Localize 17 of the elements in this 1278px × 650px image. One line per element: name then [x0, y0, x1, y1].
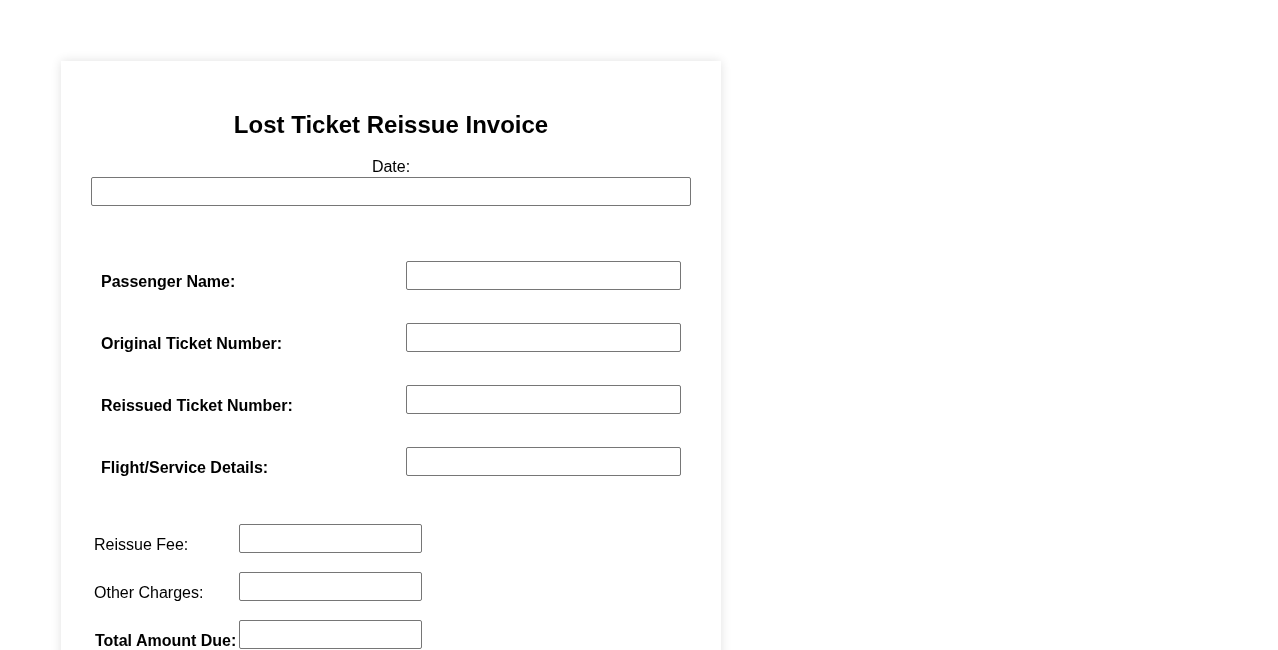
- field-label: Original Ticket Number:: [100, 335, 284, 352]
- charge-label: Other Charges:: [93, 584, 205, 601]
- amount-field[interactable]: [239, 572, 422, 601]
- date-field[interactable]: [91, 177, 691, 206]
- field-label: Reissued Ticket Number:: [100, 397, 294, 414]
- input-field[interactable]: [406, 323, 681, 352]
- charge-label: Reissue Fee:: [93, 536, 190, 553]
- total-label: Total Amount Due:: [94, 632, 238, 649]
- field-label: Passenger Name:: [100, 273, 237, 290]
- invoice-title: Lost Ticket Reissue Invoice: [232, 111, 550, 139]
- date-label: Date:: [371, 158, 411, 176]
- input-field[interactable]: [406, 385, 681, 414]
- input-field[interactable]: [406, 261, 681, 290]
- input-field[interactable]: [406, 447, 681, 476]
- amount-field[interactable]: [239, 524, 422, 553]
- amount-field[interactable]: [239, 620, 422, 649]
- field-label: Flight/Service Details:: [100, 459, 270, 476]
